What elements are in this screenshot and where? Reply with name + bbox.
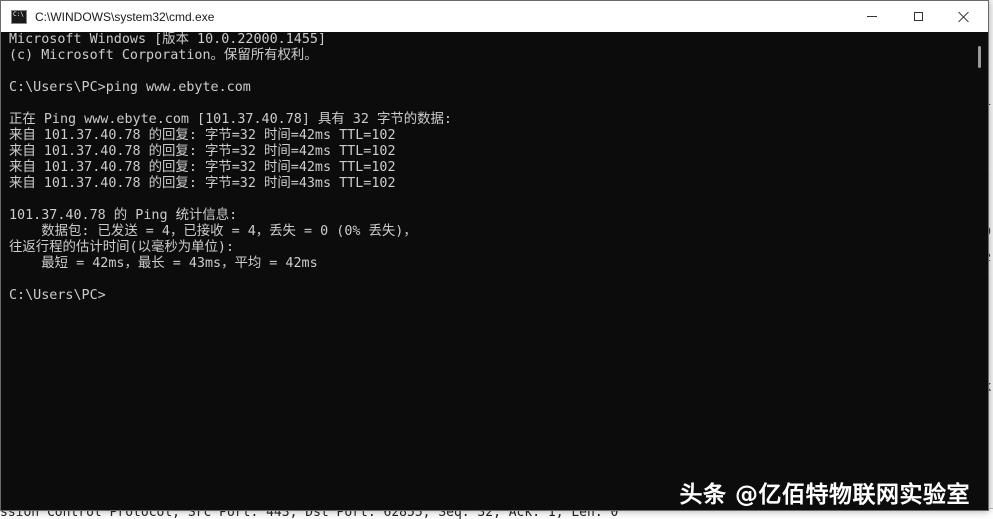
console-output[interactable]: Microsoft Windows [版本 10.0.22000.1455] (c… [1,32,971,510]
maximize-icon [913,12,923,21]
close-button[interactable] [941,1,987,32]
console-line: 数据包: 已发送 = 4，已接收 = 4，丢失 = 0 (0% 丢失)， [9,224,417,239]
scrollbar-thumb[interactable] [978,46,981,68]
vertical-scrollbar[interactable] [971,32,988,510]
console-line: 正在 Ping www.ebyte.com [101.37.40.78] 具有 … [9,112,452,127]
title-bar[interactable]: C:\WINDOWS\system32\cmd.exe [1,1,988,32]
cmd-icon [11,9,27,24]
console-line: C:\Users\PC> [9,288,106,303]
console-line: 101.37.40.78 的 Ping 统计信息: [9,208,238,223]
minimize-button[interactable] [849,1,895,32]
console-line: 来自 101.37.40.78 的回复: 字节=32 时间=42ms TTL=1… [9,160,396,175]
window-title: C:\WINDOWS\system32\cmd.exe [35,9,215,24]
minimize-icon [867,16,877,17]
console-line: (c) Microsoft Corporation。保留所有权利。 [9,48,318,63]
console-line: 往返行程的估计时间(以毫秒为单位): [9,240,235,255]
watermark: 头条 @亿佰特物联网实验室 [679,482,970,508]
console-line: 最短 = 42ms，最长 = 43ms，平均 = 42ms [9,256,318,271]
console-line: 来自 101.37.40.78 的回复: 字节=32 时间=42ms TTL=1… [9,144,396,159]
close-icon [958,11,970,23]
console-line: 来自 101.37.40.78 的回复: 字节=32 时间=43ms TTL=1… [9,176,396,191]
cmd-window[interactable]: C:\WINDOWS\system32\cmd.exe Microsoft Wi… [0,0,989,511]
console-text: Microsoft Windows [版本 10.0.22000.1455] (c… [9,32,452,304]
maximize-button[interactable] [895,1,941,32]
console-line: 来自 101.37.40.78 的回复: 字节=32 时间=42ms TTL=1… [9,128,396,143]
console-line: C:\Users\PC>ping www.ebyte.com [9,80,251,95]
console-line: Microsoft Windows [版本 10.0.22000.1455] [9,32,327,47]
